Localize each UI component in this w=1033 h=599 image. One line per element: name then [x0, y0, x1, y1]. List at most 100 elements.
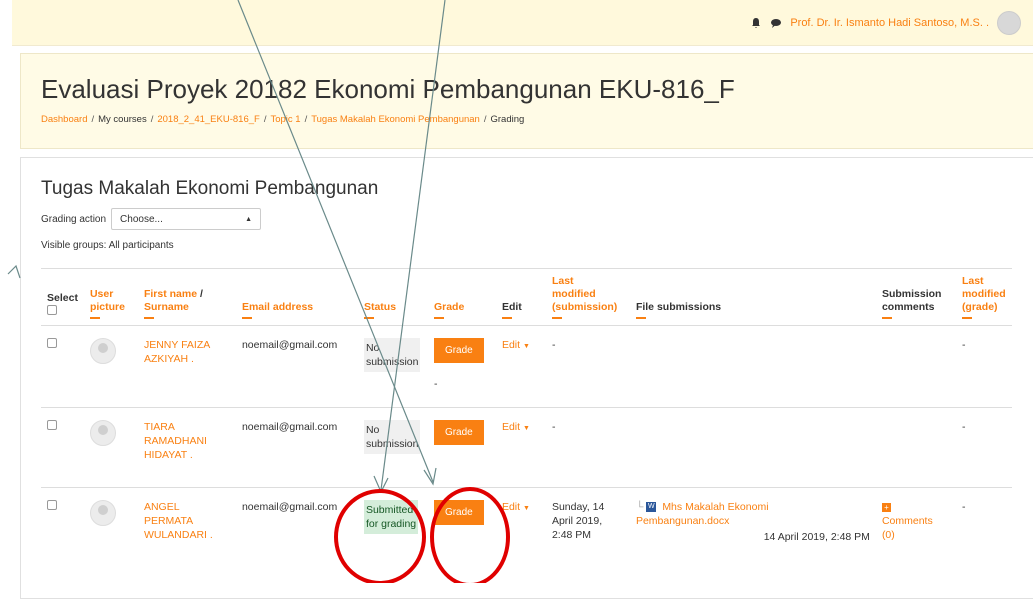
file-date: 14 April 2019, 2:48 PM [763, 531, 870, 543]
breadcrumb-assignment[interactable]: Tugas Makalah Ekonomi Pembangunan [311, 114, 480, 125]
row-last-modified-grade: - [955, 487, 1012, 556]
row-checkbox[interactable] [47, 338, 57, 348]
message-icon[interactable] [770, 17, 782, 29]
row-edit: Edit ▼ [495, 407, 546, 488]
col-email[interactable]: Email address [235, 268, 358, 326]
row-edit: Edit ▼ [495, 487, 546, 556]
hide-column-icon[interactable] [89, 317, 100, 319]
name-line: ANGEL [143, 501, 180, 513]
row-picture [83, 407, 138, 488]
row-last-modified-grade: - [955, 325, 1012, 408]
row-checkbox[interactable] [47, 500, 57, 510]
student-name[interactable]: ANGEL PERMATA WULANDARI . [144, 501, 213, 541]
row-file-submissions [629, 407, 876, 488]
col-status[interactable]: Status [357, 268, 428, 326]
col-label: comments [881, 301, 935, 313]
row-name: TIARA RAMADHANI HIDAYAT . [137, 407, 236, 488]
col-user-picture-label: User [89, 288, 114, 300]
breadcrumb-current: Grading [490, 114, 525, 125]
col-last-modified-grade[interactable]: Last modified (grade) [955, 268, 1012, 326]
edit-menu[interactable]: Edit ▼ [502, 339, 530, 351]
hide-column-icon[interactable] [961, 317, 972, 319]
grading-panel: Tugas Makalah Ekonomi Pembangunan Gradin… [20, 157, 1033, 599]
expand-comments-icon[interactable]: + [881, 503, 891, 512]
row-email: noemail@gmail.com [235, 487, 358, 556]
user-name[interactable]: Prof. Dr. Ir. Ismanto Hadi Santoso, M.S.… [790, 17, 989, 29]
name-line: RAMADHANI [143, 435, 207, 447]
student-name[interactable]: TIARA RAMADHANI HIDAYAT . [144, 421, 207, 461]
top-navbar: Prof. Dr. Ir. Ismanto Hadi Santoso, M.S.… [12, 0, 1033, 46]
status-badge: Submitted for grading [363, 500, 419, 534]
avatar[interactable] [89, 420, 116, 446]
row-file-submissions: └ W Mhs Makalah Ekonomi Pembangunan.docx 1… [629, 487, 876, 556]
name-line: AZKIYAH . [143, 353, 194, 365]
select-all-checkbox[interactable] [47, 305, 57, 315]
hide-column-icon[interactable] [881, 317, 892, 319]
breadcrumb-topic[interactable]: Topic 1 [270, 114, 300, 125]
col-user-picture-label: picture [89, 301, 125, 313]
edit-menu[interactable]: Edit ▼ [502, 501, 530, 513]
user-avatar[interactable] [997, 11, 1021, 35]
row-last-modified: Sunday, 14 April 2019, 2:48 PM [545, 487, 630, 556]
tree-branch-icon: └ [635, 501, 644, 513]
visible-groups: Visible groups: All participants [41, 240, 174, 251]
breadcrumb-dashboard[interactable]: Dashboard [41, 114, 87, 125]
row-grade: Grade - [427, 325, 496, 408]
row-checkbox[interactable] [47, 420, 57, 430]
edit-label: Edit [501, 421, 521, 433]
grade-value: - [433, 378, 438, 390]
name-line: WULANDARI . [143, 529, 213, 541]
page-header: Evaluasi Proyek 20182 Ekonomi Pembanguna… [20, 53, 1033, 149]
col-label: Last [961, 275, 984, 287]
row-status: Submitted for grading [357, 487, 428, 556]
date-line: 2:48 PM [551, 529, 592, 541]
col-last-modified-submission[interactable]: Last modified (submission) [545, 268, 630, 326]
date-line: April 2019, [551, 515, 603, 527]
caret-down-icon: ▼ [522, 425, 530, 432]
edit-menu[interactable]: Edit ▼ [502, 421, 530, 433]
student-name[interactable]: JENNY FAIZA AZKIYAH . [144, 339, 210, 365]
grading-action-value: Choose... [120, 213, 163, 225]
comments-line: (0) [881, 529, 895, 541]
row-picture [83, 325, 138, 408]
hide-column-icon[interactable] [501, 317, 512, 319]
hide-column-icon[interactable] [635, 317, 646, 319]
col-label: Submission [881, 288, 942, 300]
grade-button[interactable]: Grade [433, 420, 484, 445]
hide-column-icon[interactable] [363, 317, 374, 319]
col-grade[interactable]: Grade [427, 268, 496, 326]
col-file-submissions: File submissions [629, 268, 876, 326]
row-status: No submission [357, 325, 428, 408]
caret-down-icon: ▼ [522, 505, 530, 512]
hide-column-icon[interactable] [551, 317, 562, 319]
hide-column-icon[interactable] [241, 317, 252, 319]
row-comments [875, 407, 956, 488]
row-email: noemail@gmail.com [235, 407, 358, 488]
grading-action-select[interactable]: Choose... ▲ [111, 208, 262, 230]
grade-button[interactable]: Grade [433, 500, 484, 525]
sort-surname[interactable]: Surname [144, 301, 189, 313]
row-last-modified: - [545, 325, 630, 408]
avatar[interactable] [89, 338, 116, 364]
breadcrumb-course[interactable]: 2018_2_41_EKU-816_F [157, 114, 259, 125]
col-label: (grade) [961, 301, 998, 313]
sort-first-name[interactable]: First name [144, 288, 197, 300]
hide-column-icon[interactable] [143, 317, 154, 319]
comments-link[interactable]: Comments (0) [882, 515, 933, 541]
avatar[interactable] [89, 500, 116, 526]
bell-icon[interactable] [750, 17, 762, 29]
row-comments: + Comments (0) [875, 487, 956, 556]
select-arrows-icon: ▲ [245, 215, 253, 223]
grading-action: Grading action Choose... ▲ [41, 208, 262, 230]
file-name-line: Pembangunan.docx [635, 515, 730, 527]
name-line: TIARA [143, 421, 175, 433]
col-label: Last [551, 275, 574, 287]
col-label: (submission) [551, 301, 618, 313]
grade-button[interactable]: Grade [433, 338, 484, 363]
row-edit: Edit ▼ [495, 325, 546, 408]
hide-column-icon[interactable] [433, 317, 444, 319]
table-header-row: Select User picture First name / Surname E… [41, 268, 1012, 326]
row-status: No submission [357, 407, 428, 488]
col-user-picture[interactable]: User picture [83, 268, 138, 326]
row-select [41, 407, 84, 488]
